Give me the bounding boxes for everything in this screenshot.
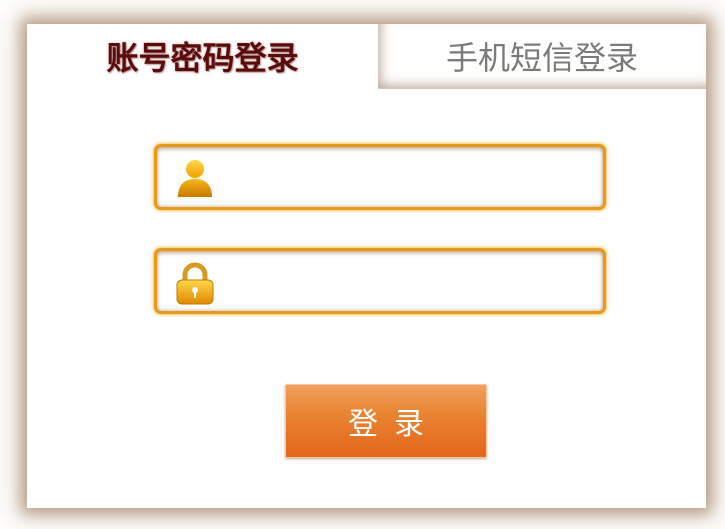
password-input[interactable] — [221, 259, 595, 305]
username-input[interactable] — [221, 155, 595, 201]
user-icon — [175, 158, 215, 198]
login-button[interactable]: 登录 — [285, 384, 487, 458]
login-panel: 账号密码登录 手机短信登录 登录 — [27, 24, 706, 508]
tab-sms-login[interactable]: 手机短信登录 — [378, 24, 706, 89]
username-field[interactable] — [154, 144, 606, 210]
lock-icon — [175, 262, 215, 305]
password-field[interactable] — [154, 248, 606, 314]
tab-account-password[interactable]: 账号密码登录 — [27, 24, 378, 88]
login-page: 账号密码登录 手机短信登录 登录 — [0, 0, 725, 529]
login-tab-bar: 账号密码登录 手机短信登录 — [27, 24, 706, 89]
